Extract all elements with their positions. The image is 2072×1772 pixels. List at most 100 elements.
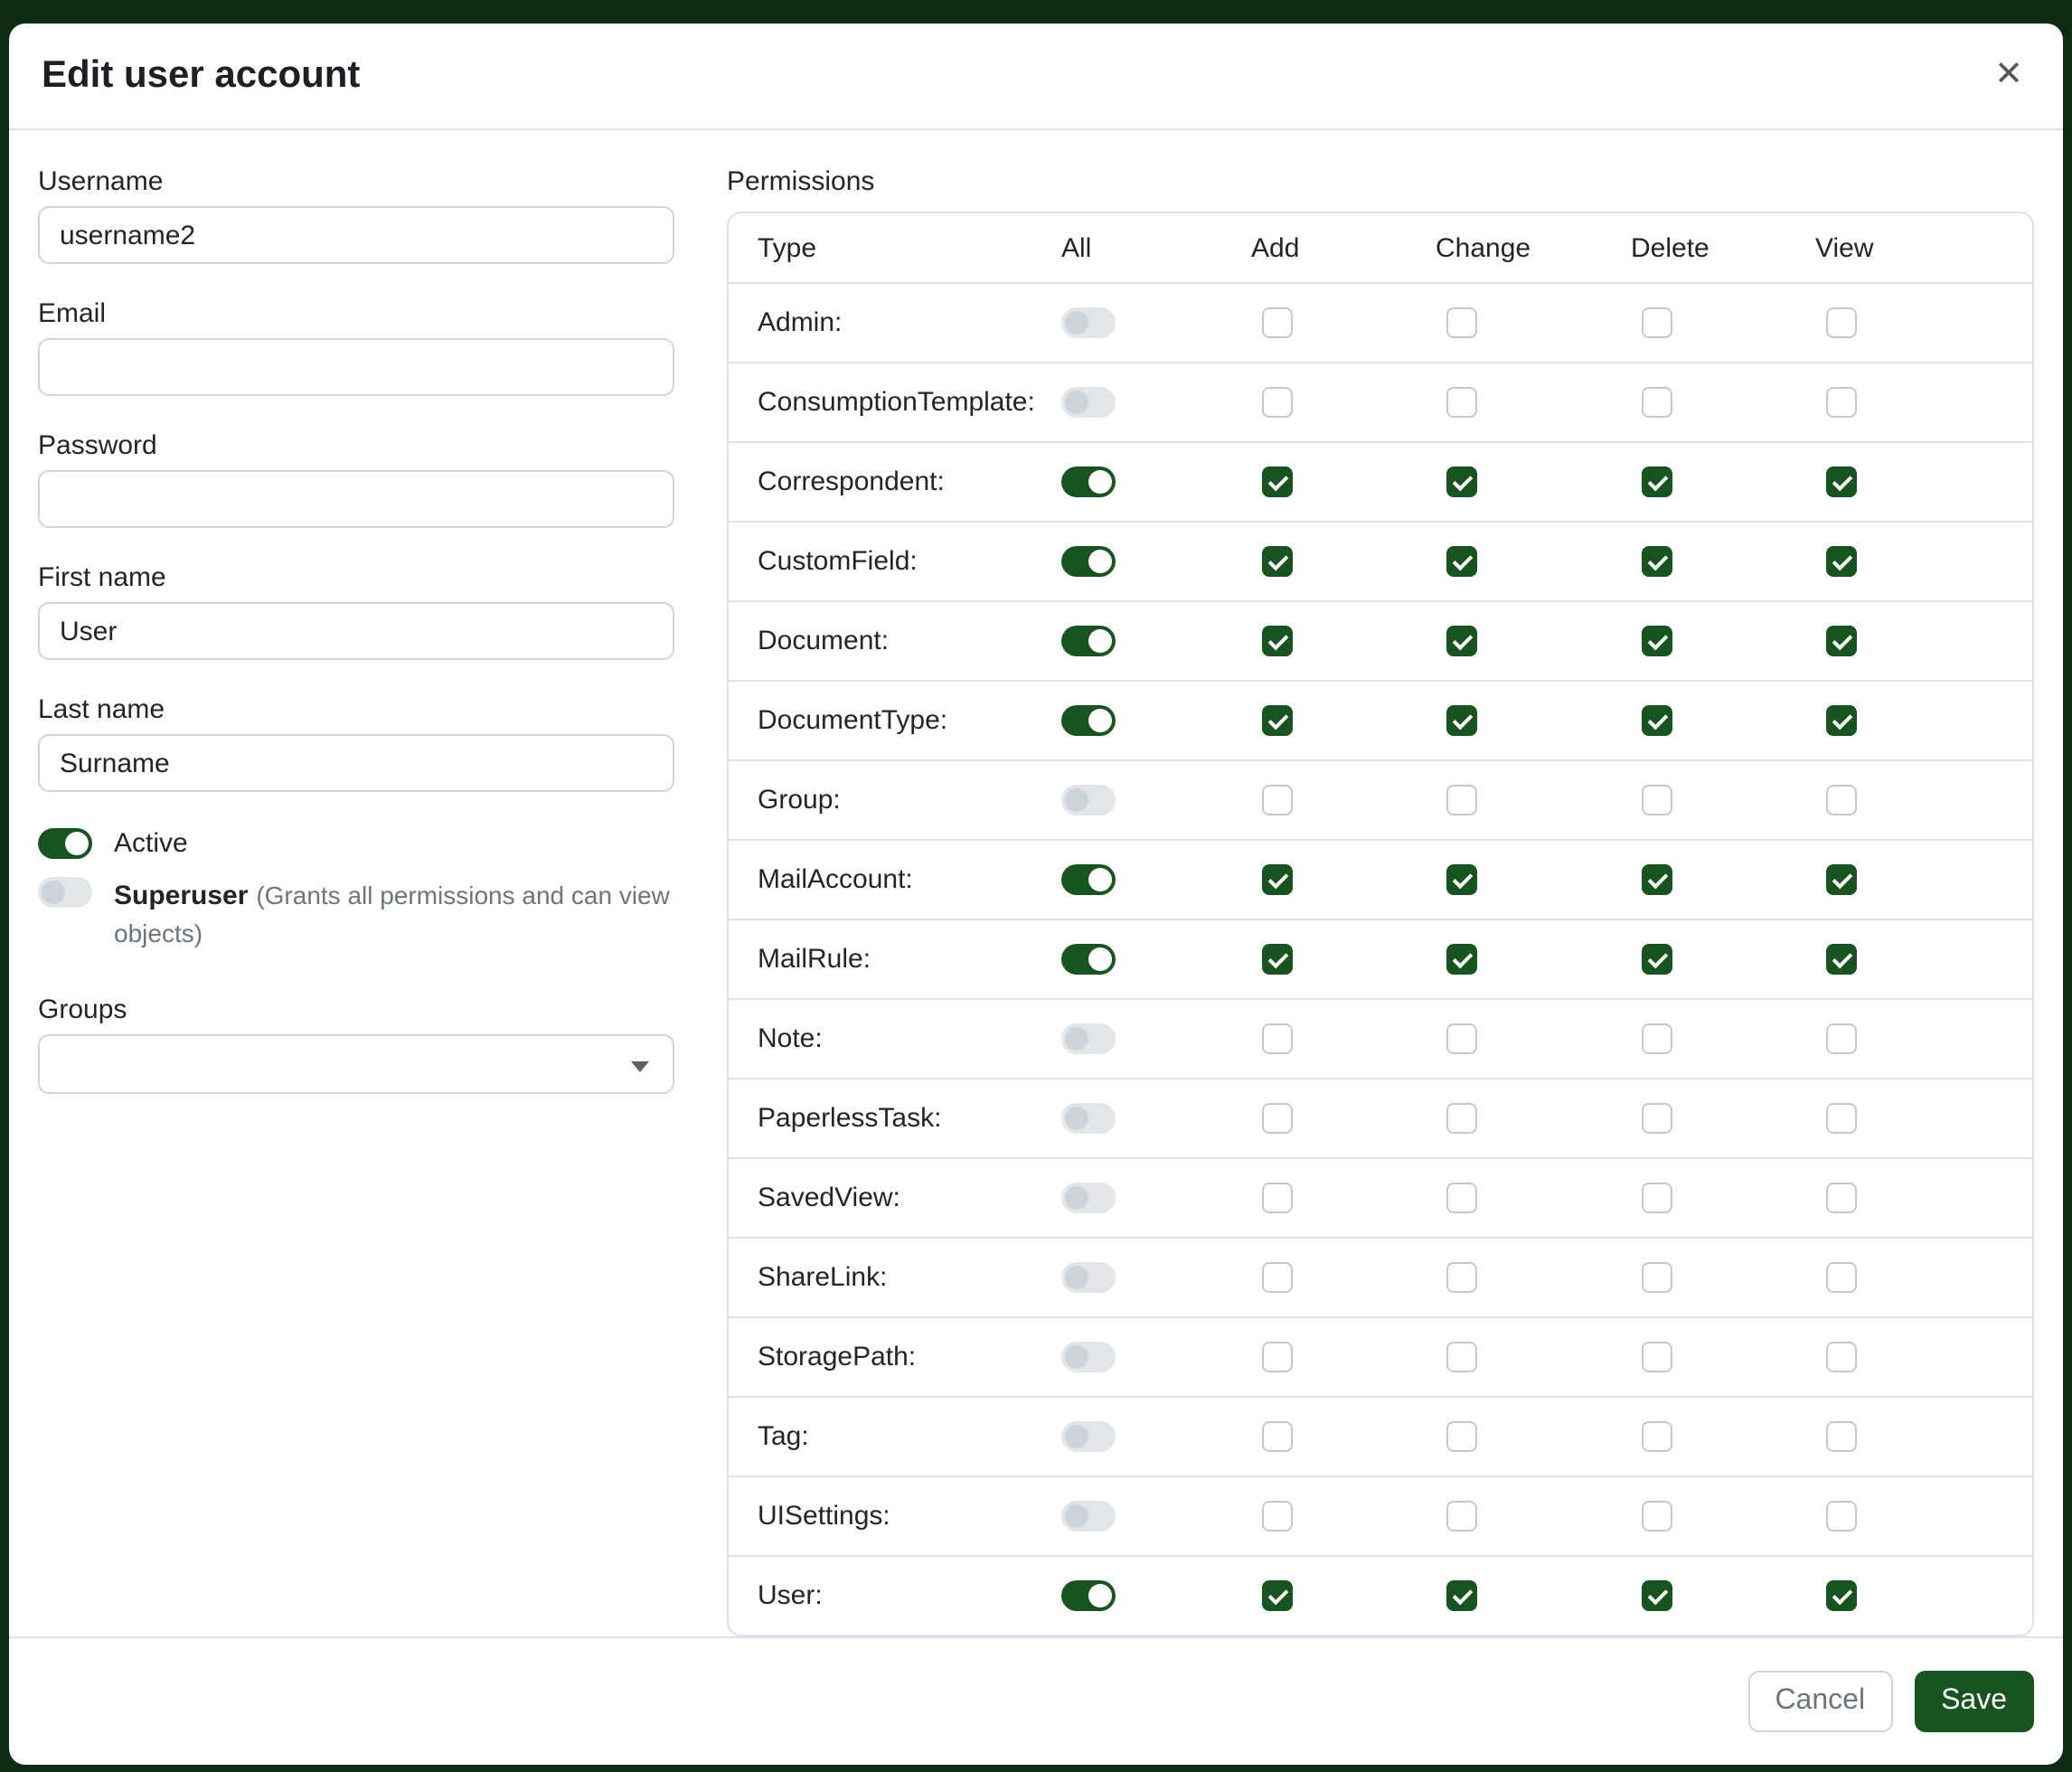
permission-delete-checkbox[interactable] (1642, 785, 1672, 815)
permission-all-toggle[interactable] (1061, 626, 1116, 656)
permission-type-label: Note: (758, 1023, 823, 1054)
permission-view-checkbox[interactable] (1826, 307, 1857, 338)
username-input[interactable] (38, 206, 674, 264)
permission-all-toggle[interactable] (1061, 785, 1116, 815)
permission-delete-checkbox[interactable] (1642, 467, 1672, 497)
permission-all-toggle[interactable] (1061, 705, 1116, 736)
permission-delete-checkbox[interactable] (1642, 1421, 1672, 1452)
permission-delete-checkbox[interactable] (1642, 1501, 1672, 1532)
permission-add-checkbox[interactable] (1262, 546, 1293, 577)
permission-add-checkbox[interactable] (1262, 467, 1293, 497)
email-input[interactable] (38, 338, 674, 396)
permission-delete-checkbox[interactable] (1642, 1183, 1672, 1213)
permission-change-checkbox[interactable] (1446, 307, 1477, 338)
permission-row: PaperlessTask: (729, 1078, 2032, 1157)
permission-view-checkbox[interactable] (1826, 944, 1857, 975)
last-name-input[interactable] (38, 734, 674, 792)
permission-view-checkbox[interactable] (1826, 546, 1857, 577)
permission-all-toggle[interactable] (1061, 467, 1116, 497)
permission-view-checkbox[interactable] (1826, 1103, 1857, 1134)
permission-all-toggle[interactable] (1061, 1262, 1116, 1293)
save-button[interactable]: Save (1914, 1671, 2034, 1732)
permission-add-checkbox[interactable] (1262, 864, 1293, 895)
cancel-button[interactable]: Cancel (1747, 1671, 1892, 1732)
permission-change-checkbox[interactable] (1446, 785, 1477, 815)
permission-change-checkbox[interactable] (1446, 944, 1477, 975)
permission-add-checkbox[interactable] (1262, 1262, 1293, 1293)
permission-delete-checkbox[interactable] (1642, 546, 1672, 577)
permission-change-checkbox[interactable] (1446, 1103, 1477, 1134)
permission-change-checkbox[interactable] (1446, 1183, 1477, 1213)
permission-all-toggle[interactable] (1061, 1501, 1116, 1532)
modal-footer: Cancel Save (9, 1636, 2063, 1765)
first-name-input[interactable] (38, 602, 674, 660)
superuser-toggle[interactable] (38, 877, 92, 908)
permission-delete-checkbox[interactable] (1642, 626, 1672, 656)
permission-change-checkbox[interactable] (1446, 1023, 1477, 1054)
permission-all-toggle[interactable] (1061, 307, 1116, 338)
permission-add-checkbox[interactable] (1262, 1501, 1293, 1532)
permission-add-checkbox[interactable] (1262, 785, 1293, 815)
permission-add-checkbox[interactable] (1262, 387, 1293, 418)
permission-all-toggle[interactable] (1061, 1103, 1116, 1134)
active-toggle[interactable] (38, 828, 92, 859)
permission-change-checkbox[interactable] (1446, 546, 1477, 577)
permission-view-checkbox[interactable] (1826, 1023, 1857, 1054)
permission-delete-checkbox[interactable] (1642, 1580, 1672, 1611)
permission-delete-checkbox[interactable] (1642, 864, 1672, 895)
permission-add-checkbox[interactable] (1262, 1421, 1293, 1452)
permission-add-checkbox[interactable] (1262, 705, 1293, 736)
permission-change-checkbox[interactable] (1446, 1342, 1477, 1372)
permission-delete-checkbox[interactable] (1642, 944, 1672, 975)
permission-add-checkbox[interactable] (1262, 1183, 1293, 1213)
permission-view-checkbox[interactable] (1826, 1183, 1857, 1213)
permission-change-checkbox[interactable] (1446, 1580, 1477, 1611)
permission-all-toggle[interactable] (1061, 546, 1116, 577)
password-input[interactable] (38, 470, 674, 528)
permission-change-checkbox[interactable] (1446, 705, 1477, 736)
permission-view-checkbox[interactable] (1826, 1342, 1857, 1372)
permission-add-checkbox[interactable] (1262, 1103, 1293, 1134)
permission-view-checkbox[interactable] (1826, 1421, 1857, 1452)
permission-view-checkbox[interactable] (1826, 705, 1857, 736)
permission-all-toggle[interactable] (1061, 1421, 1116, 1452)
permission-change-checkbox[interactable] (1446, 864, 1477, 895)
permission-delete-checkbox[interactable] (1642, 1023, 1672, 1054)
permission-view-checkbox[interactable] (1826, 387, 1857, 418)
permission-view-checkbox[interactable] (1826, 467, 1857, 497)
permission-view-checkbox[interactable] (1826, 785, 1857, 815)
permission-view-checkbox[interactable] (1826, 864, 1857, 895)
permission-view-checkbox[interactable] (1826, 626, 1857, 656)
permission-add-checkbox[interactable] (1262, 1580, 1293, 1611)
permission-add-checkbox[interactable] (1262, 1342, 1293, 1372)
permission-change-checkbox[interactable] (1446, 626, 1477, 656)
permission-all-toggle[interactable] (1061, 1342, 1116, 1372)
permission-view-checkbox[interactable] (1826, 1501, 1857, 1532)
permission-delete-checkbox[interactable] (1642, 705, 1672, 736)
permission-delete-checkbox[interactable] (1642, 1342, 1672, 1372)
close-button[interactable]: ✕ (1987, 54, 2030, 98)
permission-delete-checkbox[interactable] (1642, 387, 1672, 418)
permission-change-checkbox[interactable] (1446, 1501, 1477, 1532)
permission-add-checkbox[interactable] (1262, 1023, 1293, 1054)
permission-all-toggle[interactable] (1061, 1023, 1116, 1054)
permission-view-checkbox[interactable] (1826, 1580, 1857, 1611)
permission-view-checkbox[interactable] (1826, 1262, 1857, 1293)
permission-all-toggle[interactable] (1061, 387, 1116, 418)
permission-change-checkbox[interactable] (1446, 467, 1477, 497)
permission-change-checkbox[interactable] (1446, 1421, 1477, 1452)
groups-select[interactable] (38, 1034, 674, 1094)
permission-add-checkbox[interactable] (1262, 626, 1293, 656)
permission-delete-checkbox[interactable] (1642, 1262, 1672, 1293)
permission-change-checkbox[interactable] (1446, 387, 1477, 418)
permission-all-toggle[interactable] (1061, 1580, 1116, 1611)
permission-all-toggle[interactable] (1061, 1183, 1116, 1213)
permission-all-toggle[interactable] (1061, 944, 1116, 975)
permission-all-toggle[interactable] (1061, 864, 1116, 895)
permission-change-checkbox[interactable] (1446, 1262, 1477, 1293)
permission-type-label: StoragePath: (758, 1342, 916, 1372)
permission-add-checkbox[interactable] (1262, 944, 1293, 975)
permission-delete-checkbox[interactable] (1642, 1103, 1672, 1134)
permission-add-checkbox[interactable] (1262, 307, 1293, 338)
permission-delete-checkbox[interactable] (1642, 307, 1672, 338)
